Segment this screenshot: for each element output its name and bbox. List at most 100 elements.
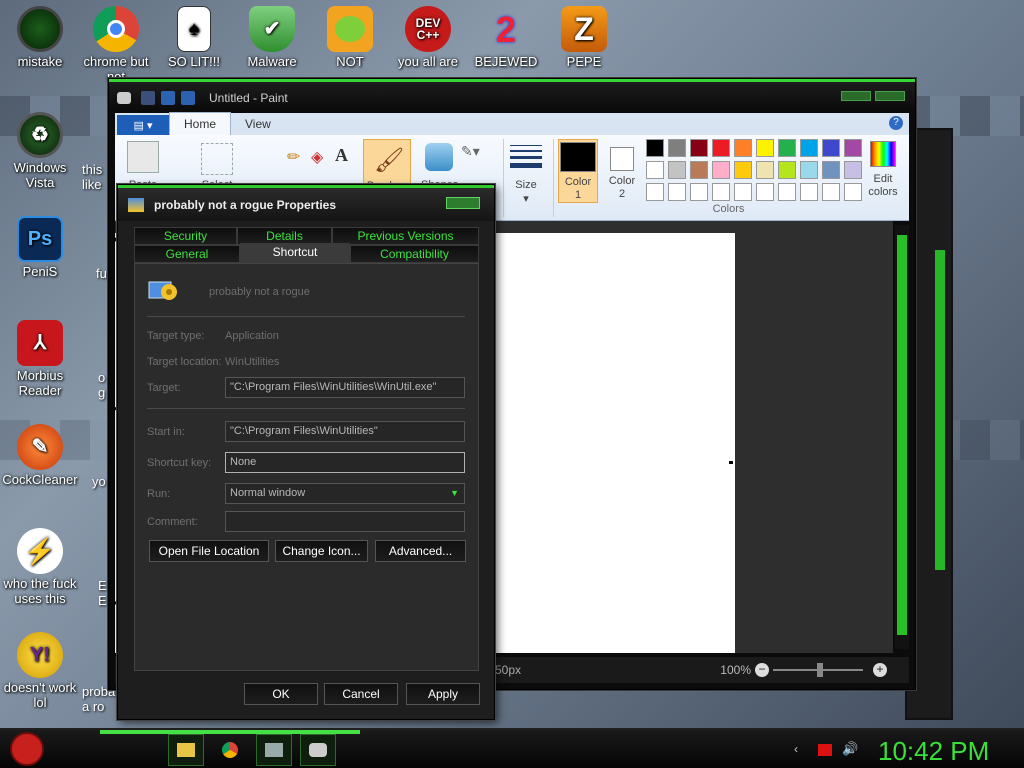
run-select[interactable]: Normal window ▼ <box>225 483 465 504</box>
color-swatch[interactable] <box>778 161 796 179</box>
tab-view[interactable]: View <box>231 113 285 135</box>
color-swatch[interactable] <box>668 183 686 201</box>
color-swatch[interactable] <box>646 139 664 157</box>
size-group[interactable]: Size ▾ <box>503 139 547 217</box>
color-swatch[interactable] <box>800 161 818 179</box>
color-swatch[interactable] <box>646 161 664 179</box>
ok-button[interactable]: OK <box>244 683 318 705</box>
color-swatch[interactable] <box>800 183 818 201</box>
change-icon-button[interactable]: Change Icon... <box>275 540 368 562</box>
scrollbar-thumb[interactable] <box>897 235 907 635</box>
pencil-icon[interactable]: ✏ <box>287 147 300 167</box>
color2-button[interactable]: Color 2 <box>602 139 642 203</box>
comment-field[interactable] <box>225 511 465 532</box>
volume-icon[interactable]: 🔊 <box>842 741 858 756</box>
desktop-icon-penis[interactable]: Ps PeniS <box>0 216 80 279</box>
save-icon[interactable] <box>141 90 155 105</box>
color-swatch[interactable] <box>756 183 774 201</box>
select-icon[interactable] <box>201 143 233 175</box>
color-swatch[interactable] <box>712 183 730 201</box>
help-icon[interactable]: ? <box>889 116 903 130</box>
color-swatch[interactable] <box>734 139 752 157</box>
cancel-button[interactable]: Cancel <box>324 683 398 705</box>
taskbar-explorer[interactable] <box>168 734 204 766</box>
background-scrollbar[interactable] <box>935 250 945 570</box>
color-swatch[interactable] <box>800 139 818 157</box>
shapes-icon[interactable] <box>425 143 453 171</box>
shortcut-key-label: Shortcut key: <box>147 457 212 469</box>
properties-dialog[interactable]: probably not a rogue Properties Security… <box>117 184 495 720</box>
apply-button[interactable]: Apply <box>406 683 480 705</box>
start-in-field[interactable]: "C:\Program Files\WinUtilities" <box>225 421 465 442</box>
start-button-icon[interactable] <box>10 732 44 766</box>
desktop-icon-chrome[interactable]: chrome but not <box>76 6 156 84</box>
redo-icon[interactable] <box>181 90 195 105</box>
advanced-button[interactable]: Advanced... <box>375 540 466 562</box>
color-swatch[interactable] <box>690 183 708 201</box>
color-swatch[interactable] <box>756 161 774 179</box>
color-swatch[interactable] <box>690 161 708 179</box>
outline-icon[interactable]: ✎▾ <box>461 143 480 160</box>
open-file-location-button[interactable]: Open File Location <box>149 540 269 562</box>
color-palette <box>646 139 866 205</box>
edit-colors-button[interactable]: Edit colors <box>860 139 904 205</box>
dialog-close-button[interactable] <box>446 197 480 209</box>
paste-icon[interactable] <box>127 141 159 173</box>
desktop-icon-not[interactable]: NOT <box>310 6 390 69</box>
color-swatch[interactable] <box>822 139 840 157</box>
desktop-icon-so-lit[interactable]: ♠ SO LIT!!! <box>154 6 234 69</box>
file-menu-button[interactable]: ▤ ▾ <box>117 115 169 135</box>
color-swatch[interactable] <box>734 183 752 201</box>
desktop-icon-flash[interactable]: ⚡ who the fuck uses this <box>0 528 80 606</box>
maximize-button[interactable] <box>875 91 905 101</box>
target-field[interactable]: "C:\Program Files\WinUtilities\WinUtil.e… <box>225 377 465 398</box>
desktop-icon-cockcleaner[interactable]: ✎ CockCleaner <box>0 424 80 487</box>
color-swatch[interactable] <box>668 139 686 157</box>
tab-compatibility[interactable]: Compatibility <box>350 245 479 263</box>
tab-security[interactable]: Security <box>134 227 237 245</box>
color-swatch[interactable] <box>822 183 840 201</box>
shortcut-key-field[interactable]: None <box>225 452 465 473</box>
minimize-button[interactable] <box>841 91 871 101</box>
color-swatch[interactable] <box>734 161 752 179</box>
color-swatch[interactable] <box>756 139 774 157</box>
clock[interactable]: 10:42 PM <box>878 736 989 767</box>
color1-button[interactable]: Color 1 <box>558 139 598 203</box>
chrome-icon <box>93 6 139 52</box>
taskbar-properties[interactable] <box>256 734 292 766</box>
desktop-icon-windows-vista[interactable]: ♻ Windows Vista <box>0 112 80 190</box>
color-swatch[interactable] <box>668 161 686 179</box>
taskbar-paint[interactable] <box>300 734 336 766</box>
tab-general[interactable]: General <box>134 245 240 263</box>
zoom-slider-thumb[interactable] <box>817 663 823 677</box>
undo-icon[interactable] <box>161 90 175 105</box>
desktop-icon-devcpp[interactable]: DEV C++ you all are <box>388 6 468 69</box>
tray-expand-icon[interactable]: ‹ <box>794 742 808 756</box>
tab-shortcut[interactable]: Shortcut <box>240 243 350 263</box>
color-swatch[interactable] <box>646 183 664 201</box>
dialog-titlebar[interactable]: probably not a rogue Properties <box>118 185 494 221</box>
color-swatch[interactable] <box>690 139 708 157</box>
network-icon[interactable] <box>818 744 832 756</box>
color-swatch[interactable] <box>822 161 840 179</box>
zoom-out-button[interactable]: − <box>755 663 769 677</box>
canvas-scrollbar[interactable] <box>895 225 909 649</box>
desktop-icon-yahoo[interactable]: Y! doesn't work lol <box>0 632 80 710</box>
tab-previous-versions[interactable]: Previous Versions <box>332 227 479 245</box>
paint-titlebar[interactable]: Untitled - Paint <box>109 79 915 113</box>
desktop-icon-pepe[interactable]: Z PEPE <box>544 6 624 69</box>
color-swatch[interactable] <box>712 161 730 179</box>
fill-icon[interactable]: ◈ <box>311 147 323 167</box>
text-icon[interactable]: A <box>335 145 348 166</box>
desktop-icon-bejewed[interactable]: 2 BEJEWED <box>466 6 546 69</box>
color-swatch[interactable] <box>778 139 796 157</box>
color-swatch[interactable] <box>778 183 796 201</box>
desktop-icon-mistake[interactable]: mistake <box>0 6 80 69</box>
zoom-in-button[interactable]: + <box>873 663 887 677</box>
desktop-icon-malware[interactable]: ✔ Malware <box>232 6 312 69</box>
color-swatch[interactable] <box>712 139 730 157</box>
taskbar-chrome[interactable] <box>212 734 248 766</box>
desktop-icon-morbius[interactable]: ⅄ Morbius Reader <box>0 320 80 398</box>
tab-home[interactable]: Home <box>169 112 232 135</box>
taskbar: ‹ 🔊 10:42 PM <box>0 728 1024 768</box>
